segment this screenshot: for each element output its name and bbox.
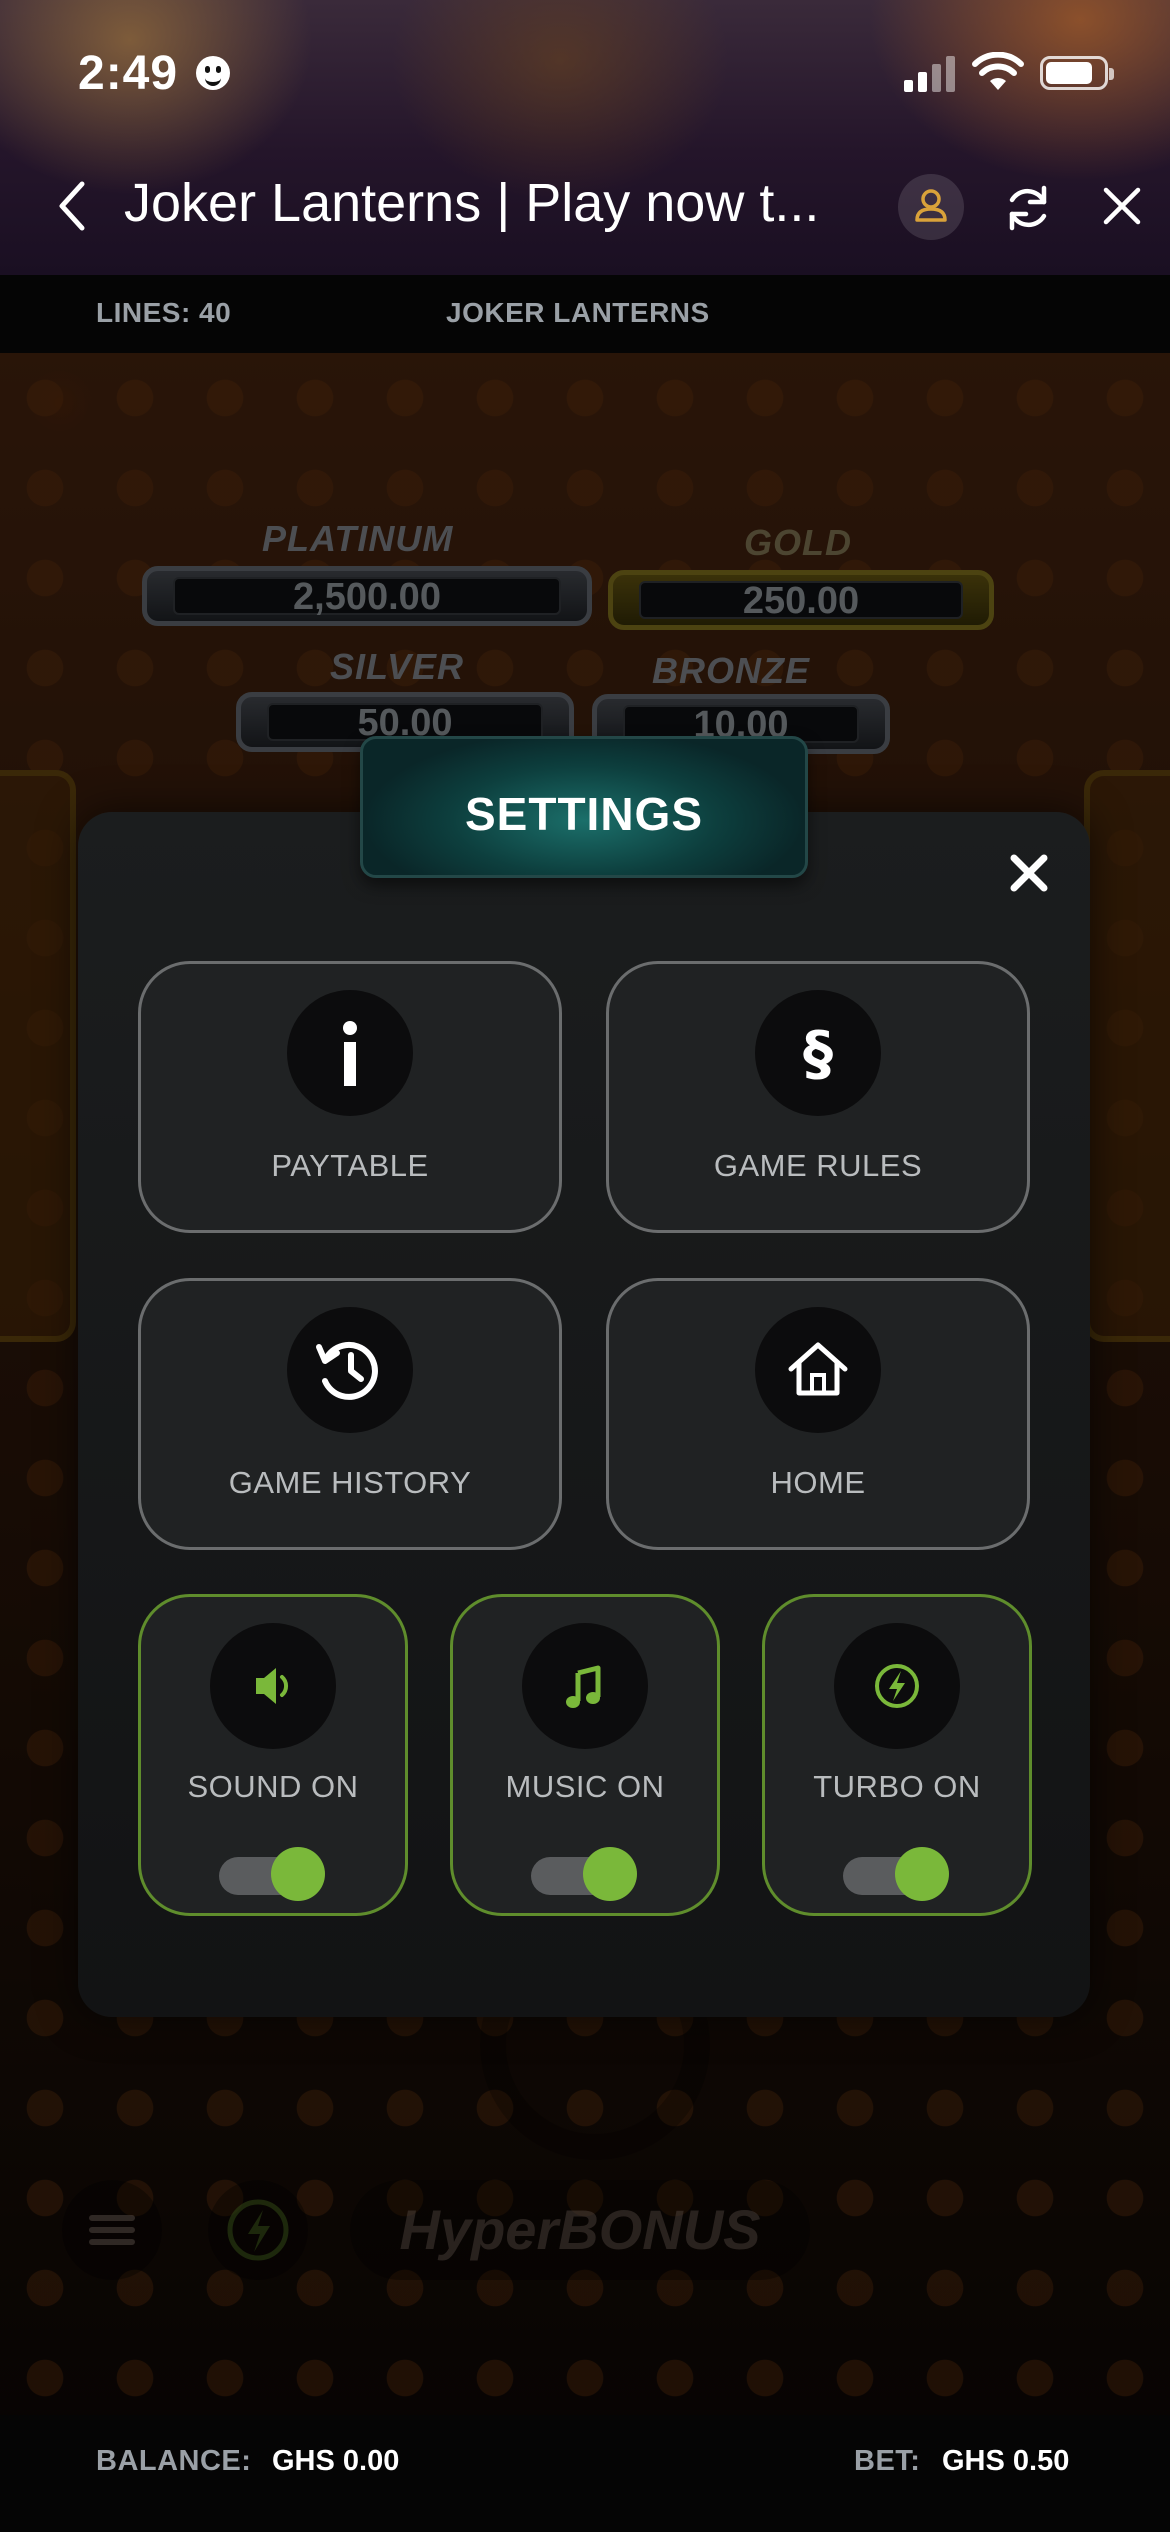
settings-title: SETTINGS	[464, 788, 704, 840]
browser-header: 2:49 Joker Lanterns | Play now t...	[0, 0, 1170, 275]
music-toggle-tile[interactable]: MUSIC ON	[450, 1594, 720, 1916]
home-button[interactable]: HOME	[606, 1278, 1030, 1550]
cellular-signal-icon	[904, 54, 956, 92]
battery-icon	[1040, 56, 1114, 90]
user-icon	[915, 189, 947, 222]
home-label: HOME	[770, 1465, 866, 1500]
music-note-icon	[566, 1665, 601, 1708]
refresh-icon[interactable]	[1000, 180, 1056, 236]
settings-title-tab: SETTINGS	[360, 736, 808, 878]
bet-value: GHS 0.50	[942, 2445, 1070, 2477]
turbo-switch[interactable]	[843, 1841, 949, 1901]
sound-switch[interactable]	[219, 1841, 325, 1901]
turbo-toggle-tile[interactable]: TURBO ON	[762, 1594, 1032, 1916]
turbo-switch-knob	[895, 1847, 949, 1901]
lightning-icon	[875, 1664, 919, 1708]
game-history-button[interactable]: GAME HISTORY	[138, 1278, 562, 1550]
paytable-icon-circle	[287, 990, 413, 1116]
home-icon	[788, 1342, 848, 1396]
svg-text:§: §	[803, 1019, 833, 1089]
balance-bar: BALANCE: GHS 0.00 BET: GHS 0.50	[0, 2415, 1170, 2532]
game-rules-icon-circle: §	[755, 990, 881, 1116]
balance-value: GHS 0.00	[272, 2445, 400, 2477]
home-icon-circle	[755, 1307, 881, 1433]
music-switch[interactable]	[531, 1841, 637, 1901]
game-history-label: GAME HISTORY	[228, 1465, 472, 1500]
smiley-icon	[196, 56, 230, 90]
game-name: JOKER LANTERNS	[446, 297, 710, 328]
account-button[interactable]	[898, 174, 964, 240]
turbo-label: TURBO ON	[813, 1769, 981, 1804]
close-icon[interactable]	[1004, 848, 1054, 898]
music-label: MUSIC ON	[505, 1769, 665, 1804]
game-info-bar: LINES: 40 JOKER LANTERNS	[0, 275, 1170, 353]
paytable-label: PAYTABLE	[271, 1148, 429, 1183]
turbo-icon-circle	[834, 1623, 960, 1749]
music-icon-circle	[522, 1623, 648, 1749]
paytable-button[interactable]: PAYTABLE	[138, 961, 562, 1233]
back-chevron-icon[interactable]	[48, 176, 98, 236]
wifi-icon	[972, 52, 1024, 90]
status-time: 2:49	[78, 47, 179, 100]
history-icon	[316, 1341, 378, 1400]
speaker-icon	[256, 1668, 289, 1704]
page-title: Joker Lanterns | Play now t...	[124, 173, 820, 233]
bet-label: BET:	[854, 2445, 921, 2477]
game-history-icon-circle	[287, 1307, 413, 1433]
section-sign-icon: §	[803, 1019, 833, 1089]
info-icon	[343, 1021, 357, 1086]
game-rules-label: GAME RULES	[713, 1148, 923, 1183]
game-rules-button[interactable]: § GAME RULES	[606, 961, 1030, 1233]
close-icon[interactable]	[1100, 184, 1144, 228]
sound-switch-knob	[271, 1847, 325, 1901]
sound-toggle-tile[interactable]: SOUND ON	[138, 1594, 408, 1916]
lines-label: LINES: 40	[96, 297, 232, 328]
sound-icon-circle	[210, 1623, 336, 1749]
sound-label: SOUND ON	[187, 1769, 359, 1804]
balance-label: BALANCE:	[96, 2445, 252, 2477]
music-switch-knob	[583, 1847, 637, 1901]
